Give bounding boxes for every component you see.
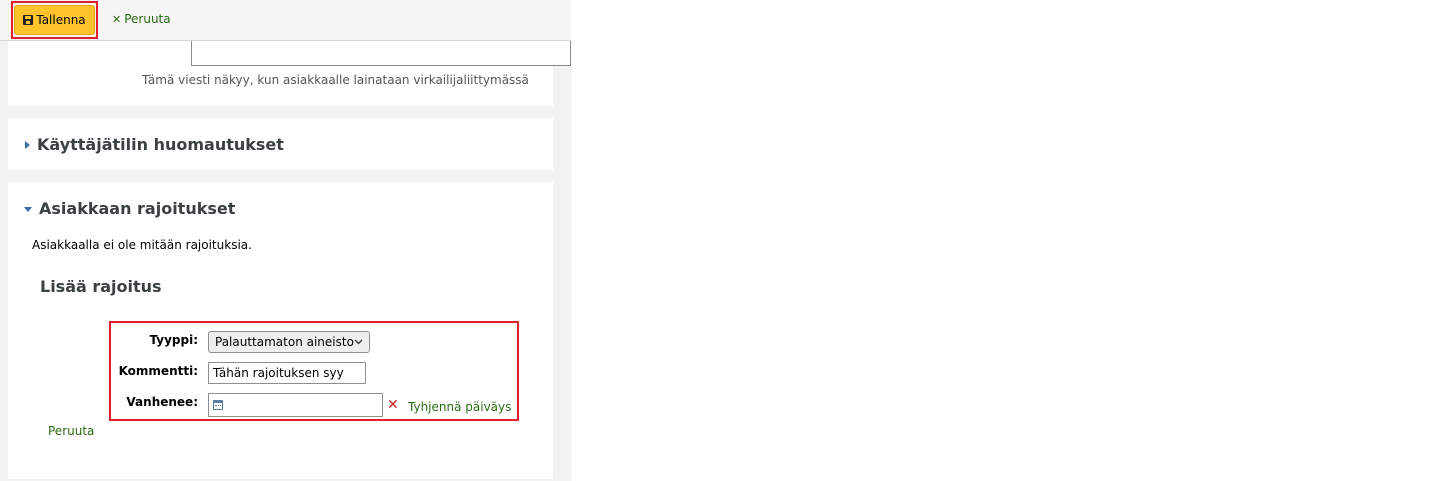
- add-restriction-heading: Lisää rajoitus: [40, 277, 162, 296]
- chevron-down-icon: [354, 339, 363, 345]
- type-label: Tyyppi:: [149, 333, 199, 347]
- account-notes-heading[interactable]: Käyttäjätilin huomautukset: [37, 135, 284, 154]
- save-button[interactable]: Tallenna: [14, 5, 95, 35]
- save-button-label: Tallenna: [36, 13, 86, 27]
- collapse-arrow-icon[interactable]: [24, 207, 32, 212]
- restrictions-heading[interactable]: Asiakkaan rajoitukset: [39, 199, 235, 218]
- comment-input[interactable]: Tähän rajoituksen syy: [208, 362, 366, 384]
- action-toolbar: Tallenna ✕ Peruuta: [0, 0, 571, 41]
- type-select[interactable]: Palauttamaton aineisto: [208, 331, 370, 353]
- cancel-button[interactable]: ✕ Peruuta: [112, 12, 171, 26]
- clear-date-link[interactable]: Tyhjennä päiväys: [408, 400, 511, 414]
- expires-label: Vanhenee:: [126, 395, 198, 409]
- type-select-value: Palauttamaton aineisto: [215, 335, 354, 349]
- restriction-cancel-link[interactable]: Peruuta: [48, 424, 94, 438]
- clear-date-icon[interactable]: ✕: [387, 398, 399, 412]
- cancel-button-label: Peruuta: [124, 12, 171, 26]
- calendar-icon[interactable]: [213, 400, 223, 410]
- circulation-note-textarea[interactable]: [191, 40, 571, 66]
- comment-label: Kommentti:: [118, 364, 198, 378]
- floppy-disk-icon: [23, 15, 34, 25]
- expand-arrow-icon[interactable]: [25, 141, 30, 149]
- circulation-note-hint: Tämä viesti näkyy, kun asiakkaalle laina…: [142, 73, 529, 87]
- expires-date-input[interactable]: [208, 393, 383, 417]
- no-restrictions-text: Asiakkaalla ei ole mitään rajoituksia.: [32, 238, 252, 252]
- close-icon: ✕: [112, 12, 122, 26]
